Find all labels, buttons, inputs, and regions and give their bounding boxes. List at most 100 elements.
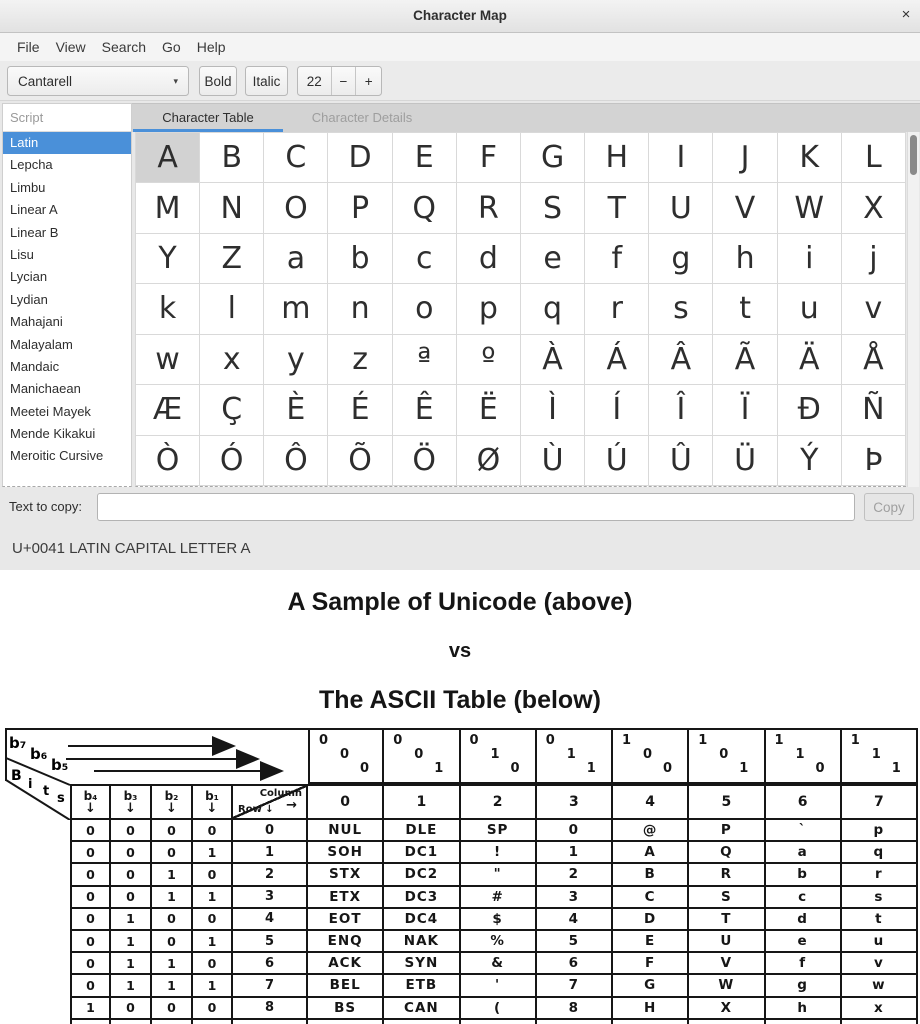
char-cell-y[interactable]: y [264,335,328,385]
char-cell-Û[interactable]: Û [649,436,713,486]
sidebar-item-linear-a[interactable]: Linear A [3,199,131,221]
char-cell-U[interactable]: U [649,183,713,233]
char-cell-Ö[interactable]: Ö [393,436,457,486]
char-cell-Ù[interactable]: Ù [521,436,585,486]
char-cell-Ü[interactable]: Ü [713,436,777,486]
font-size-value[interactable]: 22 [298,67,332,95]
char-cell-m[interactable]: m [264,284,328,334]
char-cell-À[interactable]: À [521,335,585,385]
sidebar-item-meetei-mayek[interactable]: Meetei Mayek [3,401,131,423]
menu-file[interactable]: File [9,39,48,55]
char-cell-b[interactable]: b [328,234,392,284]
char-cell-f[interactable]: f [585,234,649,284]
char-cell-h[interactable]: h [713,234,777,284]
char-cell-w[interactable]: w [136,335,200,385]
char-cell-u[interactable]: u [778,284,842,334]
tab-character-table[interactable]: Character Table [133,104,283,130]
char-cell-x[interactable]: x [200,335,264,385]
char-cell-d[interactable]: d [457,234,521,284]
sidebar-item-mandaic[interactable]: Mandaic [3,356,131,378]
char-cell-Ð[interactable]: Ð [778,385,842,435]
char-cell-E[interactable]: E [393,133,457,183]
char-cell-a[interactable]: a [264,234,328,284]
char-cell-T[interactable]: T [585,183,649,233]
char-cell-Ì[interactable]: Ì [521,385,585,435]
increase-size-button[interactable]: + [356,67,381,95]
char-cell-N[interactable]: N [200,183,264,233]
char-cell-Ï[interactable]: Ï [713,385,777,435]
sidebar-item-lycian[interactable]: Lycian [3,266,131,288]
char-cell-B[interactable]: B [200,133,264,183]
char-cell-A[interactable]: A [136,133,200,183]
sidebar-item-meroitic-cursive[interactable]: Meroitic Cursive [3,445,131,467]
menu-help[interactable]: Help [189,39,234,55]
char-cell-Â[interactable]: Â [649,335,713,385]
char-cell-Ý[interactable]: Ý [778,436,842,486]
font-family-dropdown[interactable]: Cantarell ▾ [7,66,189,96]
sidebar-item-mende-kikakui[interactable]: Mende Kikakui [3,423,131,445]
grid-scrollbar-thumb[interactable] [910,135,917,175]
char-cell-Ô[interactable]: Ô [264,436,328,486]
char-cell-G[interactable]: G [521,133,585,183]
char-cell-È[interactable]: È [264,385,328,435]
sidebar-item-linear-b[interactable]: Linear B [3,222,131,244]
italic-button[interactable]: Italic [245,66,288,96]
char-cell-Å[interactable]: Å [842,335,906,385]
char-cell-V[interactable]: V [713,183,777,233]
copy-button[interactable]: Copy [864,493,914,521]
char-cell-p[interactable]: p [457,284,521,334]
menu-go[interactable]: Go [154,39,189,55]
char-cell-c[interactable]: c [393,234,457,284]
char-cell-P[interactable]: P [328,183,392,233]
char-cell-Æ[interactable]: Æ [136,385,200,435]
char-cell-I[interactable]: I [649,133,713,183]
sidebar-item-lepcha[interactable]: Lepcha [3,154,131,176]
char-cell-Ã[interactable]: Ã [713,335,777,385]
char-cell-M[interactable]: M [136,183,200,233]
char-cell-K[interactable]: K [778,133,842,183]
char-cell-Ç[interactable]: Ç [200,385,264,435]
char-cell-L[interactable]: L [842,133,906,183]
char-cell-Ä[interactable]: Ä [778,335,842,385]
char-cell-Ó[interactable]: Ó [200,436,264,486]
sidebar-item-malayalam[interactable]: Malayalam [3,334,131,356]
char-cell-É[interactable]: É [328,385,392,435]
char-cell-J[interactable]: J [713,133,777,183]
sidebar-item-lisu[interactable]: Lisu [3,244,131,266]
char-cell-X[interactable]: X [842,183,906,233]
sidebar-item-mahajani[interactable]: Mahajani [3,311,131,333]
char-cell-q[interactable]: q [521,284,585,334]
char-cell-ª[interactable]: ª [393,335,457,385]
menu-view[interactable]: View [48,39,94,55]
char-cell-Õ[interactable]: Õ [328,436,392,486]
text-to-copy-input[interactable] [97,493,855,521]
char-cell-l[interactable]: l [200,284,264,334]
char-cell-t[interactable]: t [713,284,777,334]
menu-search[interactable]: Search [94,39,154,55]
bold-button[interactable]: Bold [199,66,237,96]
char-cell-Y[interactable]: Y [136,234,200,284]
char-cell-r[interactable]: r [585,284,649,334]
sidebar-item-latin[interactable]: Latin [3,132,131,154]
char-cell-Ú[interactable]: Ú [585,436,649,486]
char-cell-k[interactable]: k [136,284,200,334]
char-cell-Ë[interactable]: Ë [457,385,521,435]
char-cell-g[interactable]: g [649,234,713,284]
char-cell-Þ[interactable]: Þ [842,436,906,486]
char-cell-s[interactable]: s [649,284,713,334]
char-cell-º[interactable]: º [457,335,521,385]
char-cell-n[interactable]: n [328,284,392,334]
sidebar-item-limbu[interactable]: Limbu [3,177,131,199]
tab-character-details[interactable]: Character Details [283,104,441,130]
char-cell-o[interactable]: o [393,284,457,334]
char-cell-Ò[interactable]: Ò [136,436,200,486]
char-cell-Ê[interactable]: Ê [393,385,457,435]
char-cell-Ø[interactable]: Ø [457,436,521,486]
char-cell-F[interactable]: F [457,133,521,183]
char-cell-j[interactable]: j [842,234,906,284]
grid-scrollbar[interactable] [907,132,919,487]
decrease-size-button[interactable]: − [332,67,357,95]
char-cell-Í[interactable]: Í [585,385,649,435]
char-cell-Q[interactable]: Q [393,183,457,233]
sidebar-item-lydian[interactable]: Lydian [3,289,131,311]
